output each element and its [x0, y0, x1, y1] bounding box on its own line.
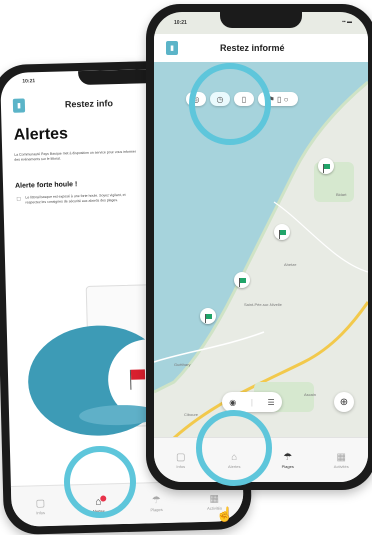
map-label: Guéthary	[174, 362, 191, 367]
beach-flag-icon[interactable]	[200, 308, 216, 324]
status-icons: ▪▪ ▬	[342, 19, 352, 25]
highlight-ring-alert-tab-front	[196, 410, 272, 486]
list-icon[interactable]: ☰	[268, 398, 275, 407]
umbrella-icon: ☂	[283, 452, 293, 463]
info-icon: ▢	[35, 498, 46, 510]
app-logo-icon: ▮	[12, 98, 26, 113]
status-time: 10:21	[22, 78, 36, 85]
app-header: ▮ Restez informé	[154, 34, 368, 62]
beach-flag-icon[interactable]	[318, 158, 334, 174]
crosshair-icon: ⊕	[339, 396, 349, 408]
map-label: Ascain	[304, 392, 317, 397]
intro-text: La Communauté Pays Basque met à disposit…	[14, 149, 137, 162]
status-time: 10:21	[174, 20, 187, 26]
recenter-button[interactable]: ⊕	[334, 392, 354, 412]
alert-icon: ☐	[16, 196, 21, 203]
tab-label: Infos	[36, 509, 45, 515]
beach-flag-icon[interactable]	[274, 224, 290, 240]
tab-label: Plages	[281, 463, 294, 469]
info-icon: ▢	[176, 452, 186, 463]
header-title: Restez informé	[220, 43, 285, 53]
tab-label: Infos	[176, 463, 186, 469]
app-logo-icon: ▮	[166, 41, 178, 55]
tab-activites[interactable]: ▦ Activités	[315, 438, 369, 482]
location-pin-icon[interactable]: ◉	[229, 398, 236, 407]
pointer-hand-icon: ☝	[216, 506, 234, 522]
tab-label: Plages	[150, 506, 163, 512]
map-label: Ciboure	[184, 412, 199, 417]
beach-flag-icon[interactable]	[234, 272, 250, 288]
red-flag-icon	[130, 369, 146, 380]
map-label: Ahetze	[284, 262, 297, 267]
page-title: Alertes	[13, 125, 69, 144]
tab-label: Activités	[333, 463, 349, 469]
umbrella-icon: ☂	[151, 495, 161, 507]
highlight-ring-filters	[189, 63, 271, 145]
grid-icon: ▦	[209, 493, 220, 505]
map-label: Bidart	[336, 192, 347, 197]
highlight-ring-alert-tab	[64, 446, 136, 518]
map-label: Saint-Pée-sur-Nivelle	[244, 302, 282, 307]
alert-text: Le littoral basque est exposé à une fort…	[25, 192, 126, 205]
grid-icon: ▦	[336, 452, 346, 463]
header-title: Restez info	[64, 98, 114, 110]
tab-infos[interactable]: ▢ Infos	[11, 485, 70, 527]
map-view-toggle[interactable]: ◉ | ☰	[222, 392, 282, 412]
notch	[220, 12, 302, 28]
alert-title: Alerte forte houle !	[14, 181, 78, 190]
divider: |	[250, 397, 253, 407]
